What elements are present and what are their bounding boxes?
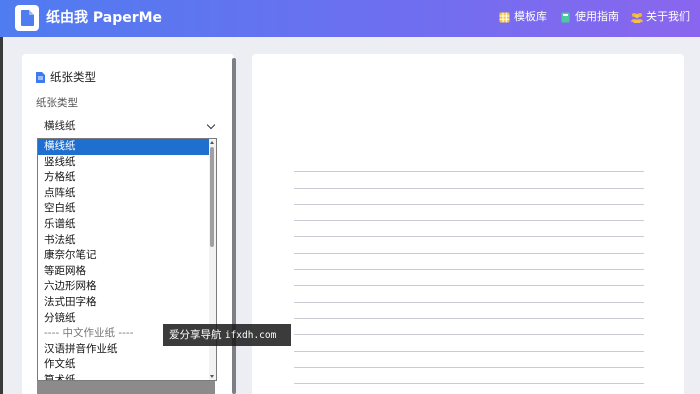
option-cornell[interactable]: 康奈尔笔记 — [38, 248, 210, 264]
nav-user-guide[interactable]: 使用指南 — [560, 9, 619, 25]
watermark-domain: ifxdh.com — [224, 330, 277, 341]
scroll-up-icon[interactable] — [210, 141, 214, 144]
option-arithmetic[interactable]: 算术纸 — [38, 373, 210, 380]
panel-heading: 纸张类型 — [36, 69, 96, 85]
option-composition[interactable]: 作文纸 — [38, 357, 210, 373]
option-lined[interactable]: 横线纸 — [38, 139, 210, 155]
option-calligraphy[interactable]: 书法纸 — [38, 233, 210, 249]
option-french-grid[interactable]: 法式田字格 — [38, 295, 210, 311]
book-icon — [560, 12, 571, 23]
nav-label: 关于我们 — [646, 10, 690, 23]
watermark-text: 爱分享导航 — [169, 329, 222, 341]
paper-preview — [252, 54, 684, 394]
nav-about-us[interactable]: 关于我们 — [631, 9, 690, 25]
panel-title: 纸张类型 — [50, 70, 96, 84]
window-edge — [0, 37, 3, 394]
option-isometric[interactable]: 等距网格 — [38, 264, 210, 280]
users-icon — [631, 12, 643, 23]
option-music[interactable]: 乐谱纸 — [38, 217, 210, 233]
paper-type-select[interactable]: 横线纸 — [36, 116, 220, 136]
document-logo-icon — [20, 10, 34, 26]
select-value: 横线纸 — [44, 120, 76, 132]
panel-footer-block — [37, 381, 215, 394]
option-dot[interactable]: 点阵纸 — [38, 186, 210, 202]
nav-template-library[interactable]: 模板库 — [499, 9, 547, 25]
logo[interactable] — [15, 5, 39, 31]
grid-icon — [499, 12, 510, 23]
option-hexagon[interactable]: 六边形网格 — [38, 279, 210, 295]
scroll-thumb[interactable] — [210, 147, 214, 247]
app-title: 纸由我 PaperMe — [46, 10, 163, 26]
scroll-down-icon[interactable] — [210, 375, 214, 378]
option-grid[interactable]: 方格纸 — [38, 170, 210, 186]
app-header: 纸由我 PaperMe 模板库 使用指南 关于我们 — [0, 0, 700, 37]
option-blank[interactable]: 空白纸 — [38, 201, 210, 217]
nav-label: 使用指南 — [575, 10, 619, 23]
document-icon — [36, 71, 45, 83]
nav-label: 模板库 — [514, 10, 547, 23]
ruled-lines — [294, 156, 644, 385]
chevron-down-icon — [206, 120, 216, 130]
option-vertical-lined[interactable]: 竖线纸 — [38, 155, 210, 171]
watermark: 爱分享导航 ifxdh.com — [163, 324, 291, 346]
paper-type-label: 纸张类型 — [36, 97, 78, 109]
